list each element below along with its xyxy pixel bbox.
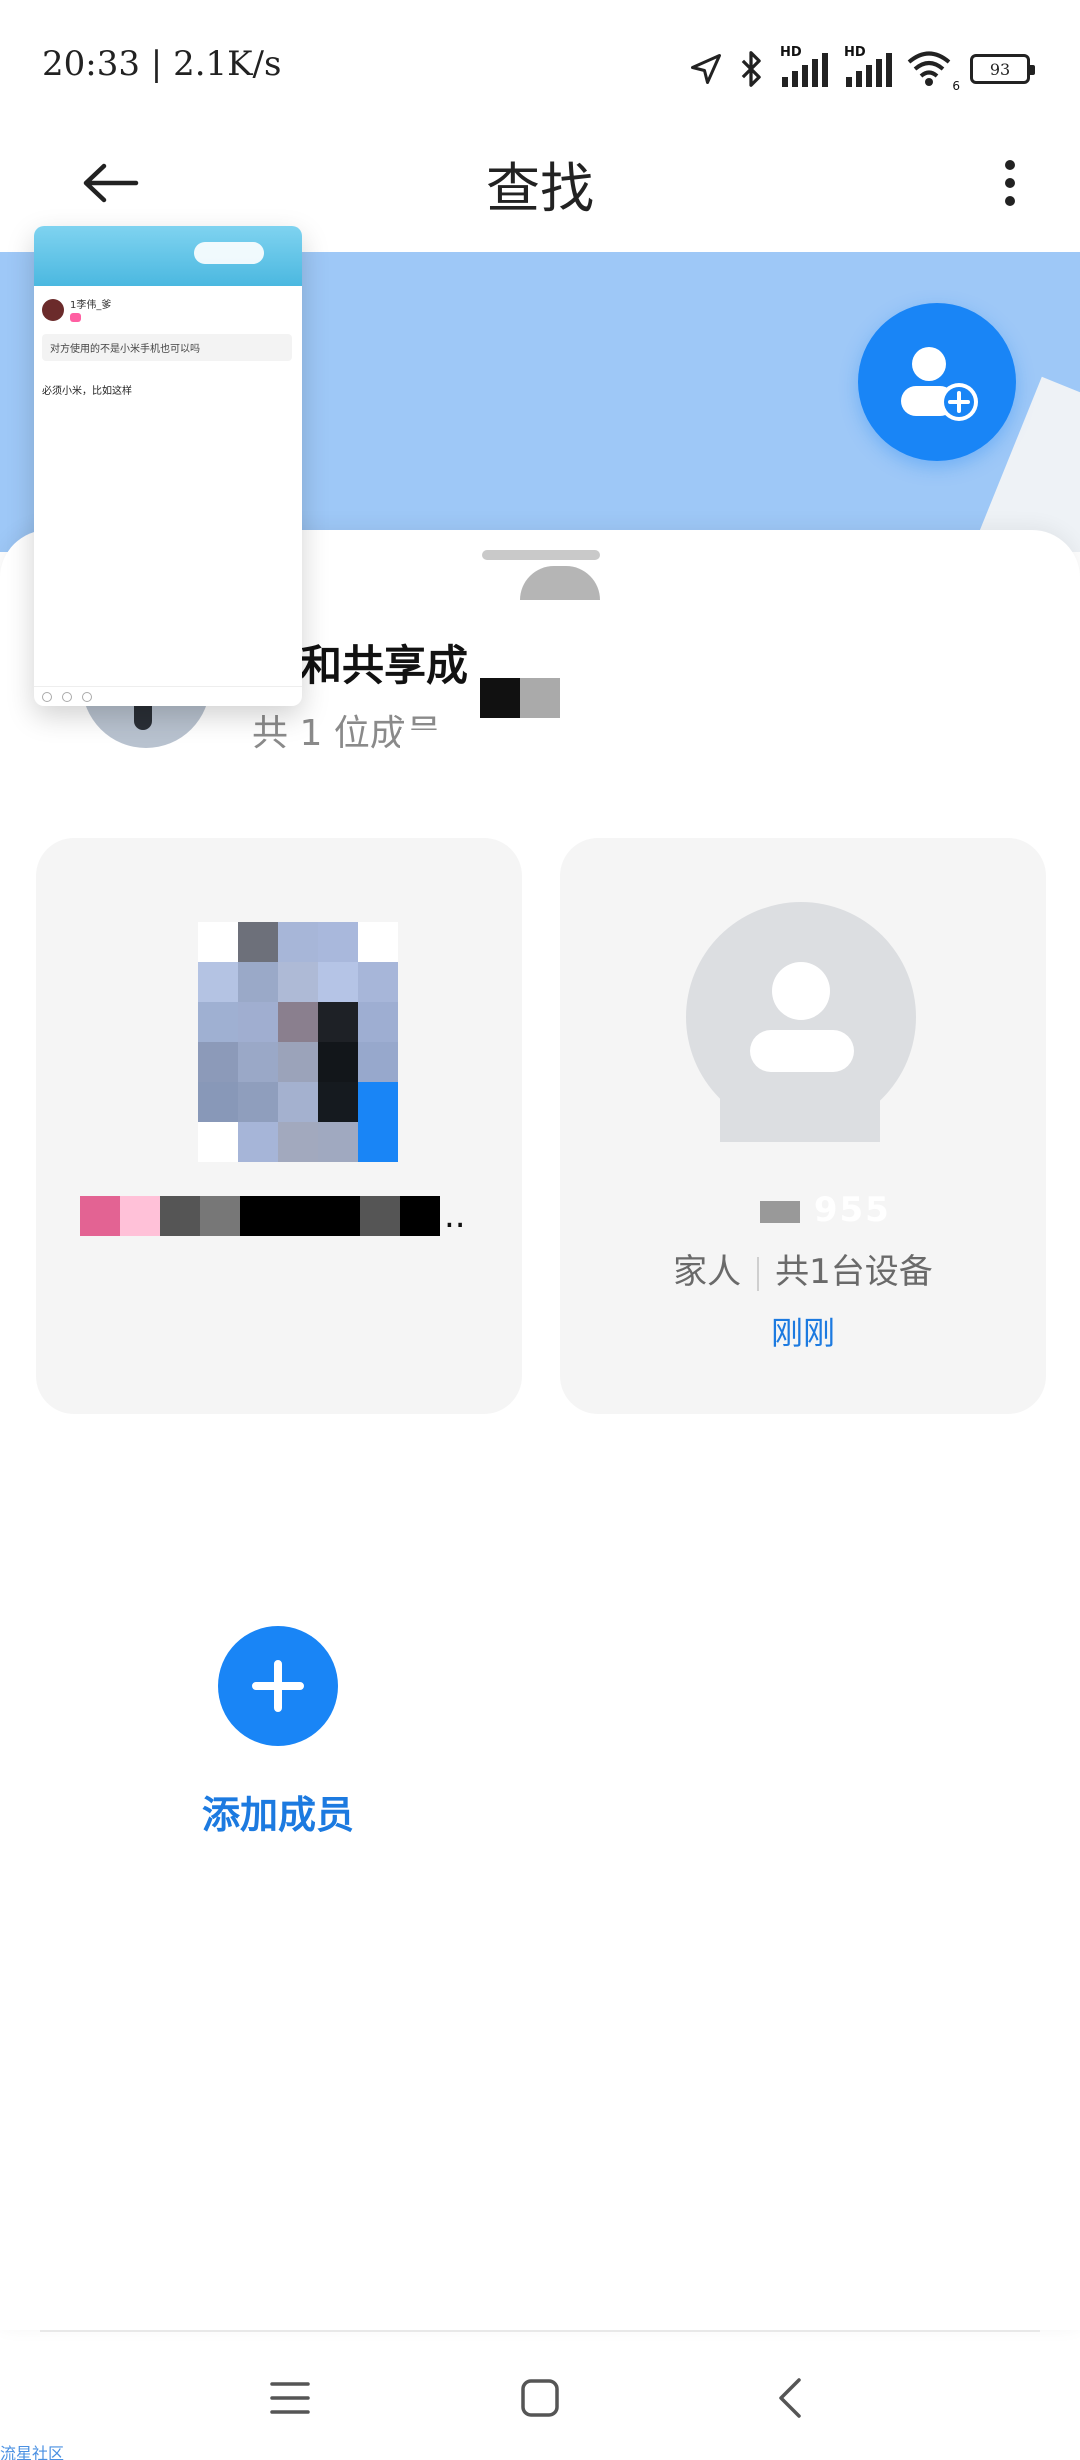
member-meta: 家人 共1台设备	[560, 1244, 1046, 1293]
more-vertical-icon	[1005, 160, 1015, 206]
user-plus-icon	[901, 347, 978, 421]
add-member-fab[interactable]	[858, 303, 1016, 461]
sheet-handle[interactable]	[482, 550, 600, 560]
redaction-block	[400, 730, 440, 770]
preview-tag	[70, 313, 82, 322]
member-last-seen: 刚刚	[770, 1314, 835, 1352]
nav-back-button[interactable]	[750, 2368, 830, 2428]
member-relation: 家人	[673, 1252, 742, 1292]
member-devices: 共1台设备	[775, 1252, 933, 1292]
plus-icon	[252, 1660, 304, 1712]
group-title: 和共享成	[300, 641, 469, 690]
status-icons: HD HD 6 93	[688, 44, 1035, 94]
redaction-block	[720, 1072, 880, 1142]
system-nav-bar	[0, 2334, 1080, 2460]
location-icon	[691, 54, 721, 84]
redaction-block	[520, 678, 560, 718]
more-button[interactable]	[980, 148, 1040, 218]
add-member-button[interactable]	[218, 1626, 338, 1746]
member-avatar-pixelated	[198, 922, 406, 1162]
watermark: 流星社区	[0, 2444, 65, 2460]
preview-reply: 必须小米，比如这样	[42, 386, 132, 397]
signal-icon: HD	[778, 45, 828, 89]
signal-icon-2: HD	[842, 45, 892, 89]
nav-home-button[interactable]	[500, 2368, 580, 2428]
meta-divider	[757, 1256, 760, 1291]
nav-menu-button[interactable]	[250, 2368, 330, 2428]
member-card[interactable]: ..	[36, 838, 522, 1414]
preview-toolbar	[34, 686, 302, 706]
preview-username: 1李伟_爹	[70, 300, 112, 311]
member-name: 955	[760, 1190, 891, 1230]
preview-banner	[34, 226, 302, 286]
avatar-head-shape	[772, 962, 830, 1020]
wifi-icon: 6	[906, 49, 960, 93]
status-bar: 20:33 | 2.1K/s HD HD 6 93	[0, 0, 1080, 130]
bluetooth-icon	[741, 51, 761, 87]
bottom-sheet[interactable]	[0, 530, 1080, 2330]
app-header: 查找	[0, 130, 1080, 230]
app-preview-thumbnail[interactable]: 1李伟_爹 对方使用的不是小米手机也可以吗 必须小米，比如这样	[34, 226, 302, 706]
nav-divider	[40, 2330, 1040, 2332]
add-member-label[interactable]: 添加成员	[150, 1784, 406, 1839]
status-time: 20:33 | 2.1K/s	[42, 44, 282, 84]
member-card[interactable]: 955 家人 共1台设备 刚刚	[560, 838, 1046, 1414]
member-name-redacted: ..	[80, 1196, 466, 1236]
member-name-ellipsis: ..	[444, 1196, 466, 1236]
preview-user: 1李伟_爹	[42, 296, 111, 323]
sheet-handle-notch	[520, 566, 600, 600]
menu-icon	[270, 2382, 310, 2414]
chevron-left-icon	[779, 2378, 801, 2418]
avatar-body-shape	[750, 1030, 854, 1072]
preview-quote: 对方使用的不是小米手机也可以吗	[42, 334, 292, 361]
preview-avatar	[42, 298, 64, 321]
battery-icon: 93	[970, 54, 1035, 84]
page-title: 查找	[486, 157, 594, 220]
home-square-icon	[521, 2379, 559, 2417]
redaction-block	[480, 678, 520, 718]
